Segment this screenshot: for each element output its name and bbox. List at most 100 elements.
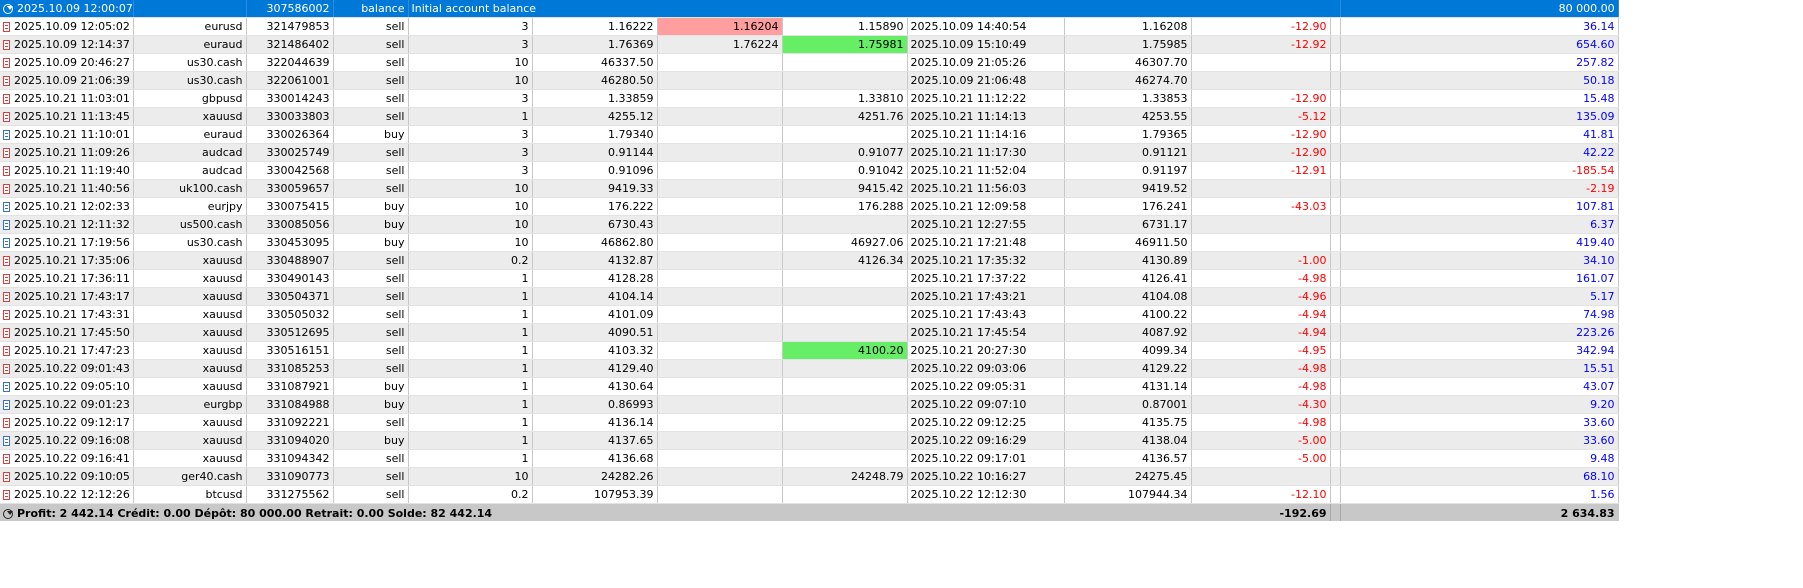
collapse-icon[interactable] bbox=[3, 509, 13, 519]
sl-cell bbox=[657, 377, 783, 396]
table-row[interactable]: 2025.10.21 17:47:23 xauusd 330516151 sell 1 4… bbox=[0, 341, 1619, 360]
type-cell: buy bbox=[333, 215, 409, 234]
time-cell: 2025.10.22 09:16:08 bbox=[0, 431, 134, 450]
open-price-cell: 46862.80 bbox=[532, 233, 658, 252]
volume-cell: 3 bbox=[408, 143, 533, 162]
table-row[interactable]: 2025.10.21 11:03:01 gbpusd 330014243 sell 3 1… bbox=[0, 89, 1619, 108]
close-price-cell: 1.33853 bbox=[1064, 89, 1192, 108]
commission-cell bbox=[1191, 71, 1331, 90]
table-row[interactable]: 2025.10.21 17:35:06 xauusd 330488907 sell 0.… bbox=[0, 251, 1619, 270]
type-cell: sell bbox=[333, 179, 409, 198]
close-price-cell: 46307.70 bbox=[1064, 53, 1192, 72]
table-row[interactable]: 2025.10.22 09:01:23 eurgbp 331084988 buy 1 0.… bbox=[0, 395, 1619, 414]
profit-cell: 257.82 bbox=[1340, 53, 1619, 72]
table-row[interactable]: 2025.10.21 11:10:01 euraud 330026364 buy 3 1.… bbox=[0, 125, 1619, 144]
expand-icon[interactable] bbox=[3, 4, 13, 14]
table-row[interactable]: 2025.10.22 09:12:17 xauusd 331092221 sell 1 4… bbox=[0, 413, 1619, 432]
time-cell: 2025.10.09 12:05:02 bbox=[0, 17, 134, 36]
open-price-cell: 4136.14 bbox=[532, 413, 658, 432]
table-row[interactable]: 2025.10.09 20:46:27 us30.cash 322044639 sel… bbox=[0, 53, 1619, 72]
commission-cell: -12.90 bbox=[1191, 125, 1331, 144]
table-row[interactable]: 2025.10.21 17:19:56 us30.cash 330453095 buy… bbox=[0, 233, 1619, 252]
balance-time-cell: 2025.10.09 12:00:07 bbox=[0, 0, 134, 18]
sl-cell bbox=[657, 233, 783, 252]
profit-cell: 68.10 bbox=[1340, 467, 1619, 486]
commission-cell: -4.96 bbox=[1191, 287, 1331, 306]
volume-cell: 1 bbox=[408, 269, 533, 288]
spacer-cell bbox=[1330, 413, 1341, 432]
spacer-cell bbox=[1330, 395, 1341, 414]
tp-cell bbox=[782, 485, 908, 504]
sl-cell bbox=[657, 71, 783, 90]
sl-cell bbox=[657, 395, 783, 414]
ticket-cell: 331275562 bbox=[246, 485, 334, 504]
open-time: 2025.10.21 17:43:17 bbox=[14, 290, 130, 303]
sl-cell bbox=[657, 341, 783, 360]
table-row[interactable]: 2025.10.21 11:09:26 audcad 330025749 sell 3 0… bbox=[0, 143, 1619, 162]
open-time: 2025.10.22 09:05:10 bbox=[14, 380, 130, 393]
close-time-cell: 2025.10.22 09:03:06 bbox=[907, 359, 1065, 378]
deal-buy-icon bbox=[3, 436, 10, 446]
open-time: 2025.10.21 11:09:26 bbox=[14, 146, 130, 159]
table-row[interactable]: 2025.10.09 12:14:37 euraud 321486402 sell 3 1… bbox=[0, 35, 1619, 54]
ticket-cell: 330014243 bbox=[246, 89, 334, 108]
ticket-cell: 322061001 bbox=[246, 71, 334, 90]
deal-buy-icon bbox=[3, 400, 10, 410]
tp-cell: 1.33810 bbox=[782, 89, 908, 108]
sl-cell bbox=[657, 467, 783, 486]
commission-cell: -12.91 bbox=[1191, 161, 1331, 180]
close-time-cell: 2025.10.21 11:52:04 bbox=[907, 161, 1065, 180]
tp-cell: 4251.76 bbox=[782, 107, 908, 126]
open-price-cell: 4132.87 bbox=[532, 251, 658, 270]
table-row[interactable]: 2025.10.21 11:13:45 xauusd 330033803 sell 1 4… bbox=[0, 107, 1619, 126]
table-row[interactable]: 2025.10.22 09:10:05 ger40.cash 331090773 se… bbox=[0, 467, 1619, 486]
balance-time: 2025.10.09 12:00:07 bbox=[17, 2, 133, 15]
table-row[interactable]: 2025.10.21 11:40:56 uk100.cash 330059657 se… bbox=[0, 179, 1619, 198]
open-price-cell: 1.76369 bbox=[532, 35, 658, 54]
close-time-cell: 2025.10.22 09:16:29 bbox=[907, 431, 1065, 450]
balance-row[interactable]: 2025.10.09 12:00:07 307586002 balance In… bbox=[0, 0, 1619, 18]
table-row[interactable]: 2025.10.21 12:11:32 us500.cash 330085056 bu… bbox=[0, 215, 1619, 234]
time-cell: 2025.10.21 11:13:45 bbox=[0, 107, 134, 126]
commission-cell: -12.92 bbox=[1191, 35, 1331, 54]
table-row[interactable]: 2025.10.22 09:16:08 xauusd 331094020 buy 1 41… bbox=[0, 431, 1619, 450]
open-time: 2025.10.21 11:03:01 bbox=[14, 92, 130, 105]
spacer-cell bbox=[1330, 215, 1341, 234]
time-cell: 2025.10.22 12:12:26 bbox=[0, 485, 134, 504]
open-time: 2025.10.09 12:14:37 bbox=[14, 38, 130, 51]
profit-cell: 9.20 bbox=[1340, 395, 1619, 414]
open-price-cell: 0.91144 bbox=[532, 143, 658, 162]
ticket-cell: 330512695 bbox=[246, 323, 334, 342]
profit-cell: 223.26 bbox=[1340, 323, 1619, 342]
table-row[interactable]: 2025.10.09 12:05:02 eurusd 321479853 sell 3 1… bbox=[0, 17, 1619, 36]
table-row[interactable]: 2025.10.22 09:01:43 xauusd 331085253 sell 1 4… bbox=[0, 359, 1619, 378]
time-cell: 2025.10.09 12:14:37 bbox=[0, 35, 134, 54]
type-cell: sell bbox=[333, 305, 409, 324]
table-row[interactable]: 2025.10.21 17:43:31 xauusd 330505032 sell 1 4… bbox=[0, 305, 1619, 324]
table-row[interactable]: 2025.10.22 09:16:41 xauusd 331094342 sell 1 4… bbox=[0, 449, 1619, 468]
table-row[interactable]: 2025.10.22 12:12:26 btcusd 331275562 sell 0.… bbox=[0, 485, 1619, 504]
tp-cell bbox=[782, 449, 908, 468]
close-time-cell: 2025.10.21 12:09:58 bbox=[907, 197, 1065, 216]
symbol-cell: audcad bbox=[133, 143, 247, 162]
type-cell: sell bbox=[333, 341, 409, 360]
table-row[interactable]: 2025.10.22 09:05:10 xauusd 331087921 buy 1 41… bbox=[0, 377, 1619, 396]
type-cell: sell bbox=[333, 71, 409, 90]
open-time: 2025.10.21 17:35:06 bbox=[14, 254, 130, 267]
open-price-cell: 0.86993 bbox=[532, 395, 658, 414]
table-row[interactable]: 2025.10.21 17:43:17 xauusd 330504371 sell 1 4… bbox=[0, 287, 1619, 306]
symbol-cell: xauusd bbox=[133, 269, 247, 288]
table-row[interactable]: 2025.10.21 11:19:40 audcad 330042568 sell 3 0… bbox=[0, 161, 1619, 180]
ticket-cell: 331094020 bbox=[246, 431, 334, 450]
table-row[interactable]: 2025.10.21 12:02:33 eurjpy 330075415 buy 10 1… bbox=[0, 197, 1619, 216]
table-row[interactable]: 2025.10.09 21:06:39 us30.cash 322061001 sel… bbox=[0, 71, 1619, 90]
symbol-cell: euraud bbox=[133, 35, 247, 54]
spacer-cell bbox=[1330, 89, 1341, 108]
table-row[interactable]: 2025.10.21 17:36:11 xauusd 330490143 sell 1 4… bbox=[0, 269, 1619, 288]
deal-sell-icon bbox=[3, 94, 10, 104]
symbol-cell: euraud bbox=[133, 125, 247, 144]
type-cell: sell bbox=[333, 251, 409, 270]
open-time: 2025.10.22 09:12:17 bbox=[14, 416, 130, 429]
type-cell: sell bbox=[333, 467, 409, 486]
table-row[interactable]: 2025.10.21 17:45:50 xauusd 330512695 sell 1 4… bbox=[0, 323, 1619, 342]
